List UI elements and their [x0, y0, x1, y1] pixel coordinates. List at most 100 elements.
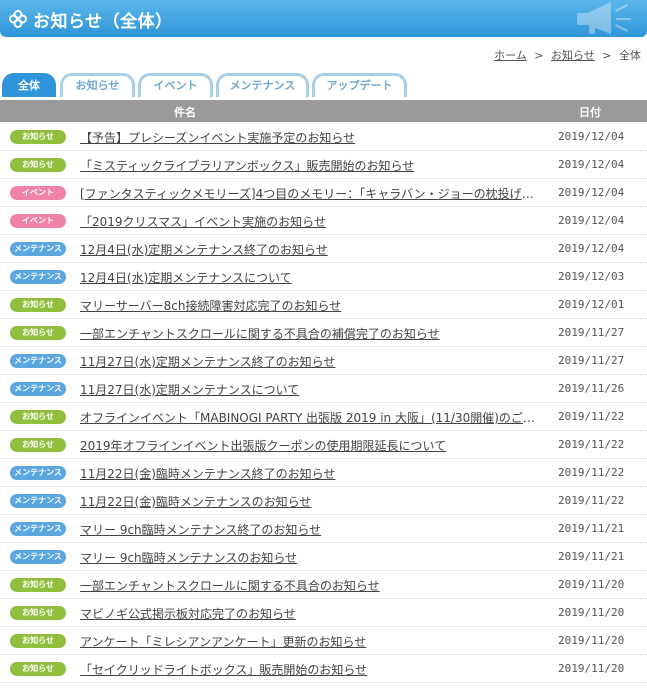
notice-date: 2019/11/22 [558, 410, 625, 423]
table-row: イベント 「2019クリスマス」イベント実施のお知らせ 2019/12/04 [0, 207, 647, 235]
category-badge: お知らせ [10, 662, 66, 676]
breadcrumb-home-link[interactable]: ホーム [494, 49, 527, 62]
category-badge: お知らせ [10, 410, 66, 424]
notice-date: 2019/11/26 [558, 382, 625, 395]
category-badge: お知らせ [10, 298, 66, 312]
table-header: 件名 日付 [0, 100, 647, 122]
category-badge: お知らせ [10, 130, 66, 144]
table-row: メンテナンス 12月4日(水)定期メンテナンス終了のお知らせ 2019/12/04 [0, 235, 647, 263]
notice-title-link[interactable]: 12月4日(水)定期メンテナンスについて [80, 269, 535, 286]
column-header-date: 日付 [579, 106, 601, 119]
notice-title-link[interactable]: 「セイクリッドライトボックス」販売開始のお知らせ [80, 661, 535, 678]
table-row: お知らせ マビノギ公式掲示板対応完了のお知らせ 2019/11/20 [0, 599, 647, 627]
table-row: お知らせ オフラインイベント「MABINOGI PARTY 出張版 2019 in… [0, 403, 647, 431]
notice-date: 2019/11/20 [558, 606, 625, 619]
notice-date: 2019/11/27 [558, 326, 625, 339]
category-badge: メンテナンス [10, 354, 66, 368]
tab-notice[interactable]: お知らせ [60, 73, 135, 97]
breadcrumb-separator: > [534, 49, 544, 62]
table-row: お知らせ 一部エンチャントスクロールに関する不具合のお知らせ 2019/11/20 [0, 571, 647, 599]
category-badge: メンテナンス [10, 494, 66, 508]
category-badge: イベント [10, 214, 66, 228]
notice-date: 2019/11/22 [558, 466, 625, 479]
category-badge: メンテナンス [10, 466, 66, 480]
notice-date: 2019/12/01 [558, 298, 625, 311]
table-row: お知らせ 【予告】プレシーズンイベント実施予定のお知らせ 2019/12/04 [0, 123, 647, 151]
category-badge: メンテナンス [10, 382, 66, 396]
table-row: お知らせ マリーサーバー8ch接続障害対応完了のお知らせ 2019/12/01 [0, 291, 647, 319]
clover-icon [9, 10, 27, 28]
notice-title-link[interactable]: マリー 9ch臨時メンテナンスのお知らせ [80, 549, 535, 566]
tab-update[interactable]: アップデート [312, 73, 407, 97]
table-row: お知らせ 2019年オフラインイベント出張版クーポンの使用期限延長について 2019… [0, 431, 647, 459]
category-badge: イベント [10, 186, 66, 200]
table-row: メンテナンス 11月27日(水)定期メンテナンスについて 2019/11/26 [0, 375, 647, 403]
notice-title-link[interactable]: 一部エンチャントスクロールに関する不具合の補償完了のお知らせ [80, 325, 535, 342]
tab-maintenance[interactable]: メンテナンス [216, 73, 309, 97]
notice-date: 2019/12/04 [558, 242, 625, 255]
notice-date: 2019/11/21 [558, 550, 625, 563]
breadcrumb-separator: > [602, 49, 612, 62]
table-row: メンテナンス マリー 9ch臨時メンテナンスのお知らせ 2019/11/21 [0, 543, 647, 571]
table-row: メンテナンス 11月27日(水)定期メンテナンス終了のお知らせ 2019/11/27 [0, 347, 647, 375]
notice-date: 2019/11/22 [558, 494, 625, 507]
notice-title-link[interactable]: マリーサーバー8ch接続障害対応完了のお知らせ [80, 297, 535, 314]
breadcrumb-notice-link[interactable]: お知らせ [551, 49, 595, 62]
notice-title-link[interactable]: 11月22日(金)臨時メンテナンスのお知らせ [80, 493, 535, 510]
tab-all[interactable]: 全体 [2, 73, 56, 97]
breadcrumb-current: 全体 [619, 49, 641, 62]
category-badge: お知らせ [10, 326, 66, 340]
notice-date: 2019/11/20 [558, 634, 625, 647]
notice-date: 2019/11/27 [558, 354, 625, 367]
notice-date: 2019/12/03 [558, 270, 625, 283]
notice-title-link[interactable]: 11月27日(水)定期メンテナンス終了のお知らせ [80, 353, 535, 370]
table-row: メンテナンス 11月22日(金)臨時メンテナンスのお知らせ 2019/11/22 [0, 487, 647, 515]
column-header-title: 件名 [174, 106, 196, 119]
notice-date: 2019/12/04 [558, 130, 625, 143]
notice-title-link[interactable]: 一部エンチャントスクロールに関する不具合のお知らせ [80, 577, 535, 594]
breadcrumb: ホーム > お知らせ > 全体 [494, 47, 641, 63]
notice-title-link[interactable]: アンケート「ミレシアンアンケート」更新のお知らせ [80, 633, 535, 650]
notice-date: 2019/11/20 [558, 578, 625, 591]
page-header: お知らせ（全体） [0, 0, 647, 37]
notice-date: 2019/12/04 [558, 214, 625, 227]
table-row: お知らせ アンケート「ミレシアンアンケート」更新のお知らせ 2019/11/20 [0, 627, 647, 655]
notice-date: 2019/11/20 [558, 662, 625, 675]
notice-title-link[interactable]: 【予告】プレシーズンイベント実施予定のお知らせ [80, 129, 535, 146]
table-row: お知らせ 「ミスティックライブラリアンボックス」販売開始のお知らせ 2019/12/… [0, 151, 647, 179]
notice-title-link[interactable]: マビノギ公式掲示板対応完了のお知らせ [80, 605, 535, 622]
table-row: メンテナンス 11月22日(金)臨時メンテナンス終了のお知らせ 2019/11/22 [0, 459, 647, 487]
notice-date: 2019/11/21 [558, 522, 625, 535]
category-badge: お知らせ [10, 634, 66, 648]
notice-title-link[interactable]: 11月22日(金)臨時メンテナンス終了のお知らせ [80, 465, 535, 482]
page-title: お知らせ（全体） [33, 12, 173, 32]
table-row: お知らせ 一部エンチャントスクロールに関する不具合の補償完了のお知らせ 2019/1… [0, 319, 647, 347]
megaphone-icon [577, 2, 631, 34]
category-badge: お知らせ [10, 438, 66, 452]
notice-title-link[interactable]: 11月27日(水)定期メンテナンスについて [80, 381, 535, 398]
notice-title-link[interactable]: 「2019クリスマス」イベント実施のお知らせ [80, 213, 535, 230]
table-row: お知らせ 「セイクリッドライトボックス」販売開始のお知らせ 2019/11/20 [0, 655, 647, 683]
notice-list: お知らせ 【予告】プレシーズンイベント実施予定のお知らせ 2019/12/04 お知ら… [0, 123, 647, 683]
notice-title-link[interactable]: マリー 9ch臨時メンテナンス終了のお知らせ [80, 521, 535, 538]
category-badge: お知らせ [10, 578, 66, 592]
tab-event[interactable]: イベント [138, 73, 213, 97]
category-badge: メンテナンス [10, 270, 66, 284]
notice-date: 2019/11/22 [558, 438, 625, 451]
notice-date: 2019/12/04 [558, 158, 625, 171]
notice-title-link[interactable]: 12月4日(水)定期メンテナンス終了のお知らせ [80, 241, 535, 258]
notice-date: 2019/12/04 [558, 186, 625, 199]
category-badge: お知らせ [10, 158, 66, 172]
category-badge: メンテナンス [10, 522, 66, 536]
category-badge: お知らせ [10, 606, 66, 620]
notice-title-link[interactable]: オフラインイベント「MABINOGI PARTY 出張版 2019 in 大阪」… [80, 409, 535, 426]
category-badge: メンテナンス [10, 242, 66, 256]
category-tabs: 全体 お知らせ イベント メンテナンス アップデート [0, 73, 647, 97]
table-row: メンテナンス マリー 9ch臨時メンテナンス終了のお知らせ 2019/11/21 [0, 515, 647, 543]
table-row: イベント [ファンタスティックメモリーズ]4つ目のメモリー：「キャラバン・ジョーの… [0, 179, 647, 207]
notice-title-link[interactable]: 2019年オフラインイベント出張版クーポンの使用期限延長について [80, 437, 535, 454]
notice-title-link[interactable]: 「ミスティックライブラリアンボックス」販売開始のお知らせ [80, 157, 535, 174]
notice-title-link[interactable]: [ファンタスティックメモリーズ]4つ目のメモリー：「キャラバン・ジョーの枕投げ」… [80, 185, 535, 202]
table-row: メンテナンス 12月4日(水)定期メンテナンスについて 2019/12/03 [0, 263, 647, 291]
category-badge: メンテナンス [10, 550, 66, 564]
